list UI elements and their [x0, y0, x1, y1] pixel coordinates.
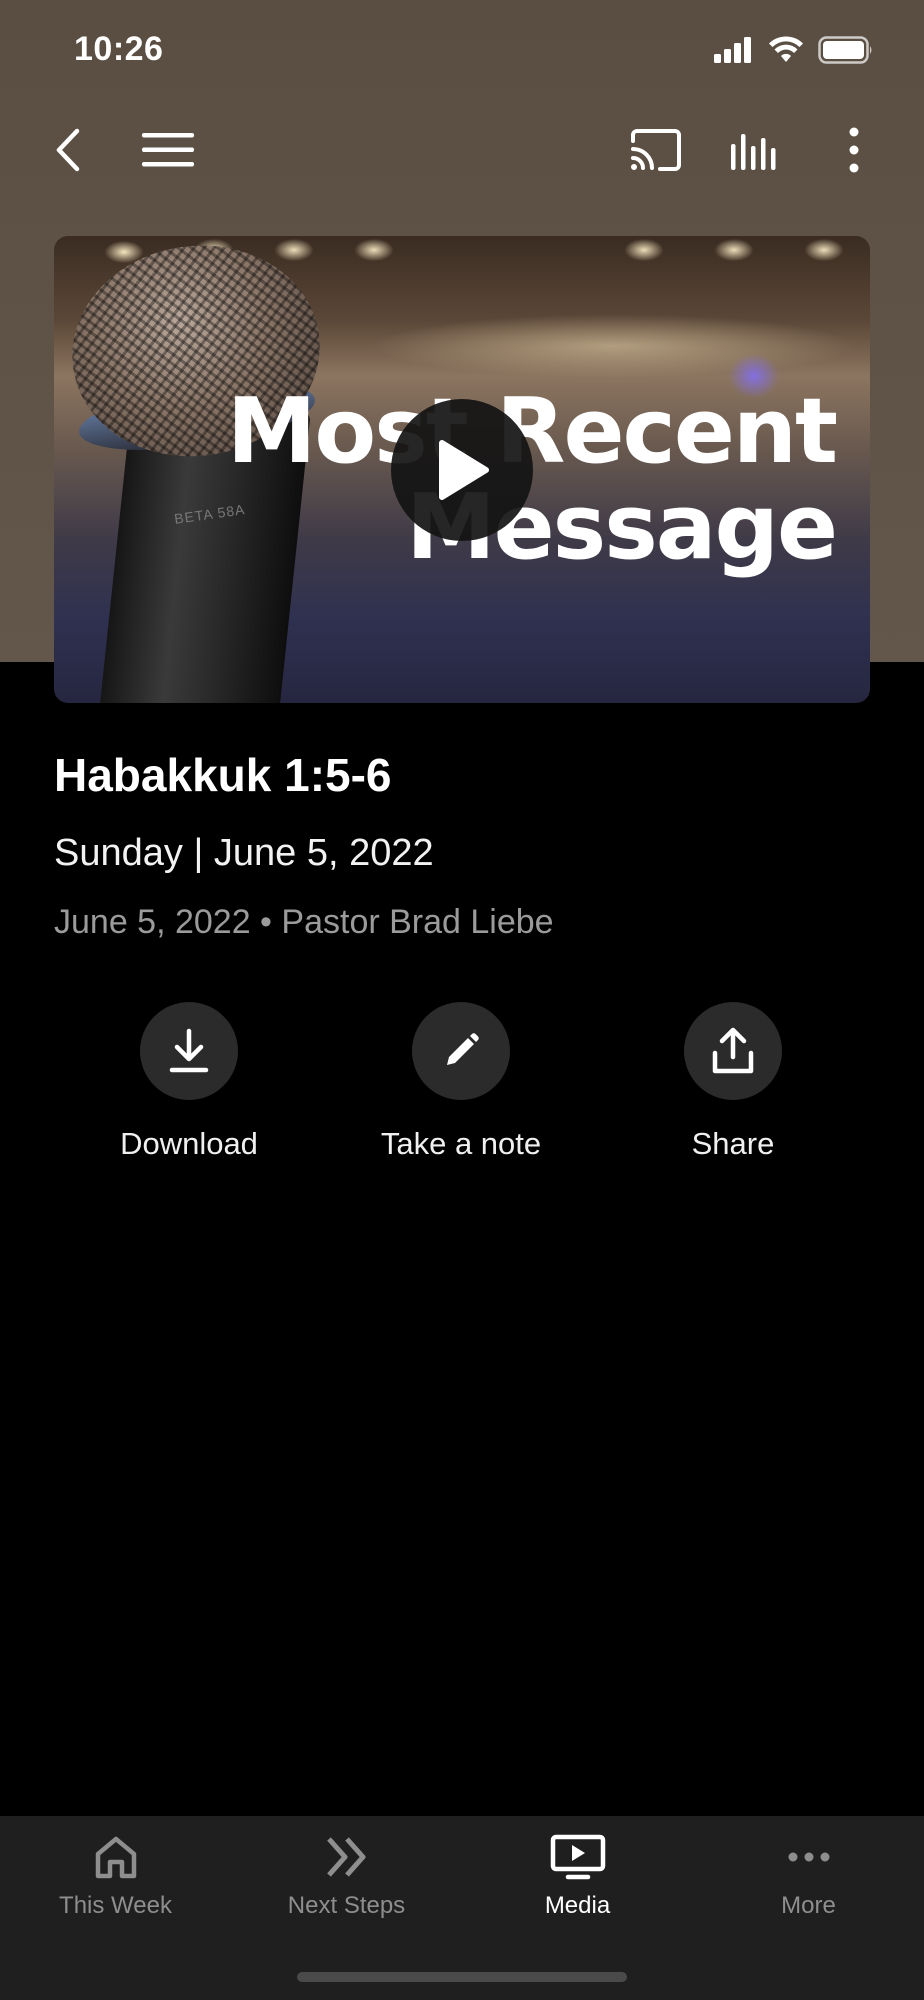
audio-button[interactable]: [715, 110, 795, 190]
cast-button[interactable]: [616, 110, 696, 190]
menu-button[interactable]: [128, 110, 208, 190]
audio-bars-icon: [731, 134, 776, 170]
chevron-left-icon: [56, 128, 80, 172]
play-button[interactable]: [391, 399, 533, 541]
message-subtitle: Sunday | June 5, 2022: [54, 832, 434, 874]
cellular-signal-icon: [714, 37, 751, 63]
more-dots-icon: [788, 1852, 829, 1862]
tab-label: This Week: [59, 1892, 172, 1919]
media-play-icon: [550, 1834, 605, 1880]
message-title: Habakkuk 1:5-6: [54, 749, 392, 801]
play-icon: [439, 440, 489, 500]
share-circle: [684, 1002, 782, 1100]
take-note-circle: [412, 1002, 510, 1100]
download-button[interactable]: Download: [59, 1002, 319, 1162]
more-options-button[interactable]: [814, 110, 894, 190]
wifi-icon: [769, 36, 803, 62]
back-button[interactable]: [28, 110, 108, 190]
action-row: Download Take a note Share: [0, 1002, 924, 1172]
home-icon: [95, 1836, 136, 1879]
status-icons: [714, 36, 874, 64]
share-button[interactable]: Share: [603, 1002, 863, 1162]
tab-label: Media: [544, 1892, 611, 1919]
home-indicator: [297, 1972, 627, 1982]
cast-icon: [631, 129, 681, 171]
message-meta: June 5, 2022 • Pastor Brad Liebe: [54, 903, 554, 941]
tab-media[interactable]: Media: [462, 1816, 693, 1956]
video-thumbnail[interactable]: BETA 58A Most Recent Message: [54, 236, 870, 703]
tab-more[interactable]: More: [693, 1816, 924, 1956]
download-circle: [140, 1002, 238, 1100]
hero-title-line2: Message: [406, 475, 838, 580]
double-chevron-icon: [326, 1837, 365, 1877]
tab-next-steps[interactable]: Next Steps: [231, 1816, 462, 1956]
tab-this-week[interactable]: This Week: [0, 1816, 231, 1956]
take-note-label: Take a note: [380, 1126, 542, 1161]
share-label: Share: [691, 1126, 775, 1161]
tab-label: Next Steps: [287, 1892, 406, 1919]
share-icon: [712, 1027, 754, 1074]
download-icon: [169, 1028, 209, 1073]
take-note-button[interactable]: Take a note: [331, 1002, 591, 1162]
tab-label: More: [781, 1892, 836, 1919]
pencil-icon: [447, 1033, 479, 1065]
top-nav: [0, 110, 924, 190]
vertical-dots-icon: [849, 127, 859, 173]
battery-icon: [818, 36, 872, 64]
hamburger-menu-icon: [142, 133, 194, 167]
status-time: 10:26: [74, 30, 164, 68]
download-label: Download: [120, 1126, 258, 1161]
status-bar: 10:26: [0, 0, 924, 100]
